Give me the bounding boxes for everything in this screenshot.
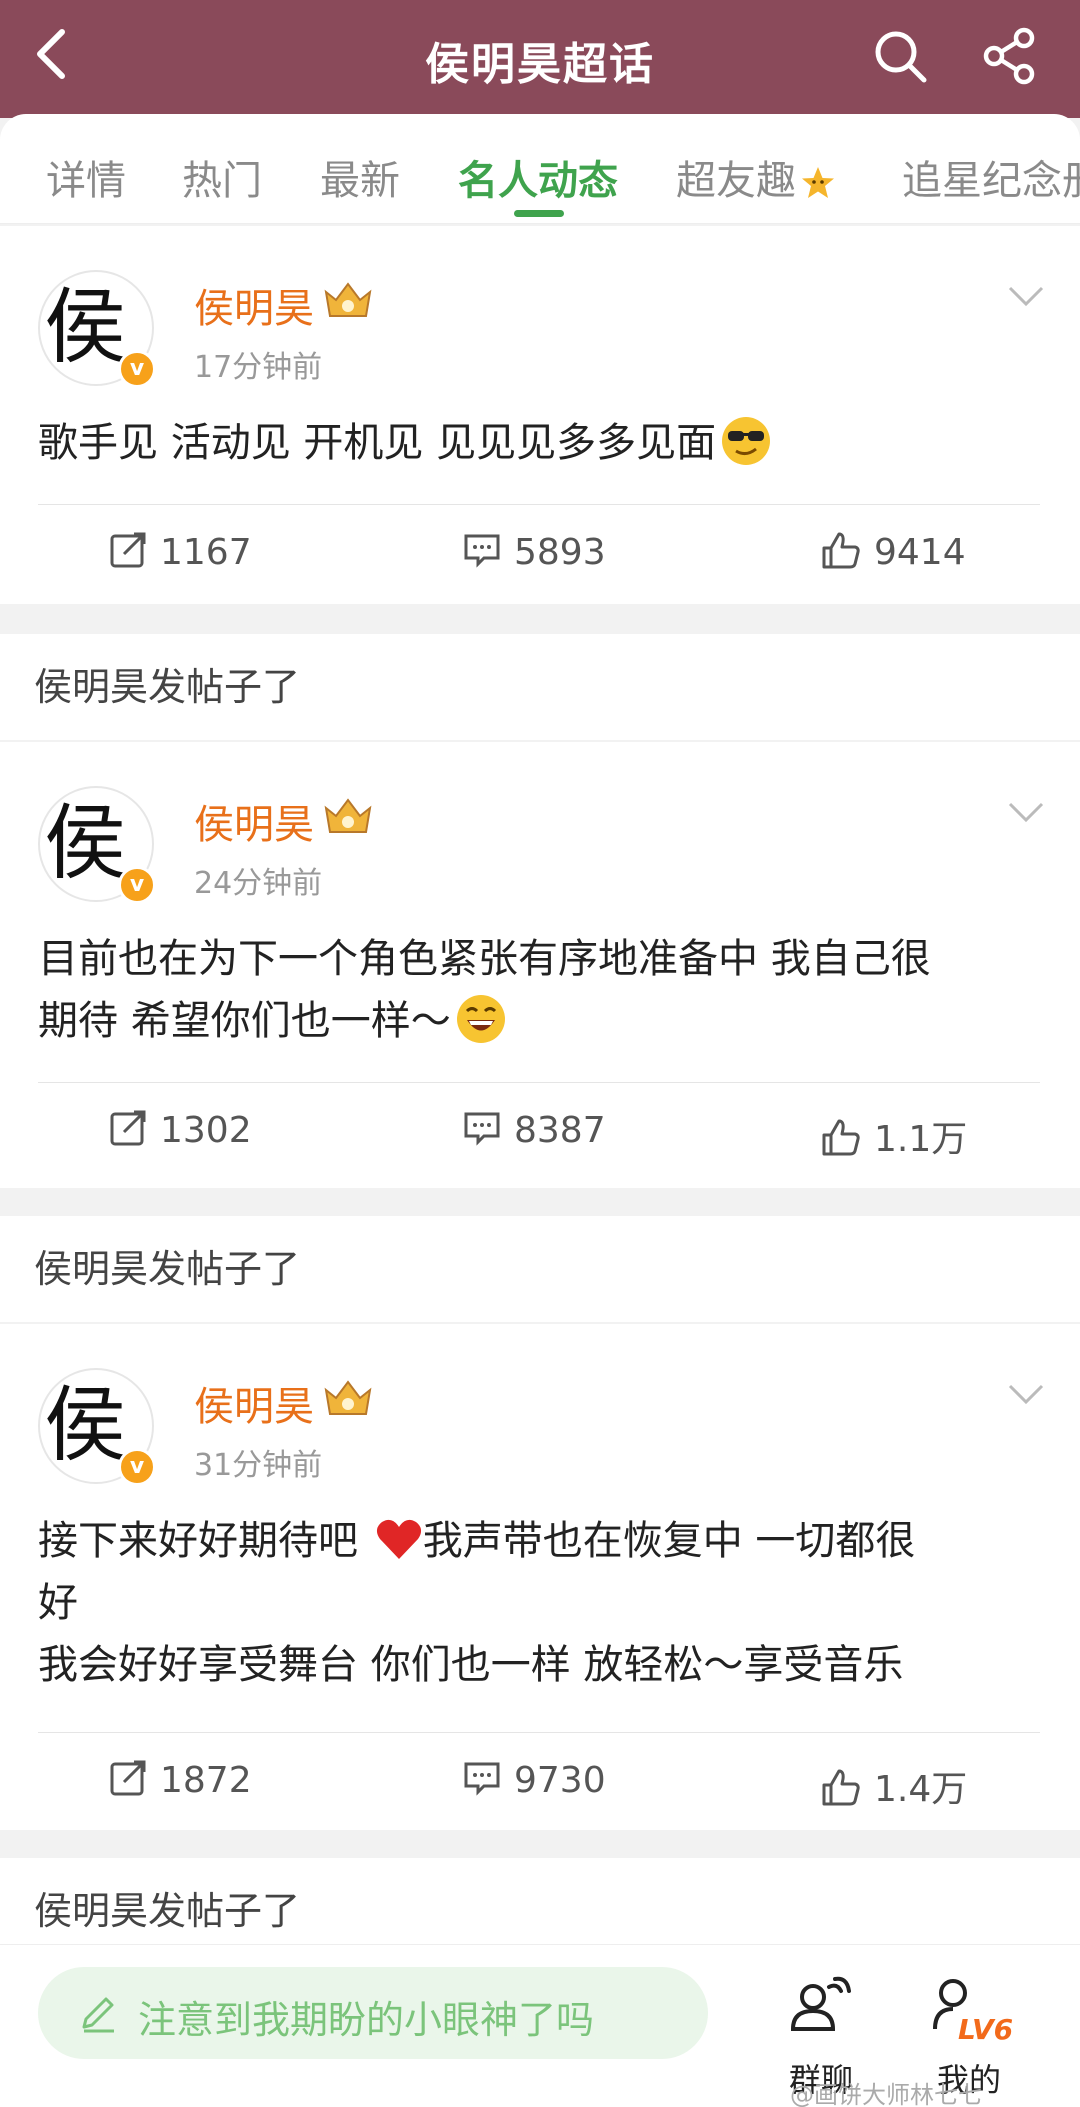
like-button[interactable]: 1.1万: [820, 1110, 967, 1162]
comment-count: 8387: [514, 1110, 606, 1151]
divider: [38, 1732, 1040, 1733]
post-text: 歌手见 活动见 开机见 见见见多多见面: [38, 420, 717, 466]
like-count: 1.4万: [874, 1769, 968, 1810]
top-bar: 侯明昊超话: [0, 0, 1080, 118]
crown-badge-icon: [324, 1380, 372, 1415]
post-time: 31分钟前: [194, 1448, 323, 1483]
avatar-glyph: 侯: [44, 280, 127, 375]
tab-fan-album[interactable]: 追星纪念册: [902, 148, 1080, 206]
comment-button[interactable]: 5893: [462, 532, 606, 574]
repost-button[interactable]: 1167: [108, 532, 252, 574]
divider: [38, 504, 1040, 505]
verified-badge-icon: v: [118, 350, 156, 388]
comment-button[interactable]: 9730: [462, 1760, 606, 1802]
comment-icon: [464, 1112, 500, 1146]
repost-icon: [110, 532, 146, 568]
chevron-down-icon[interactable]: [1006, 800, 1046, 824]
chevron-down-icon[interactable]: [1006, 284, 1046, 308]
laughing-emoji-icon: [456, 995, 505, 1043]
group-chat-icon: [790, 1976, 851, 2031]
tab-celebrity-updates[interactable]: 名人动态: [458, 148, 618, 206]
level-badge: LV6: [958, 2013, 1014, 2046]
post-text-line: 好: [38, 1580, 78, 1626]
like-button[interactable]: 1.4万: [820, 1760, 967, 1812]
red-heart-emoji-icon: [376, 1519, 421, 1559]
comment-count: 9730: [514, 1760, 606, 1801]
comment-button[interactable]: 8387: [462, 1110, 606, 1152]
tab-hot[interactable]: 热门: [182, 148, 262, 206]
watermark: @画饼大师林七七: [790, 2081, 982, 2107]
thumbs-up-icon: [822, 532, 860, 569]
section-label: 侯明昊发帖子了: [0, 1216, 1080, 1322]
section-label: 侯明昊发帖子了: [0, 634, 1080, 740]
tab-details[interactable]: 详情: [46, 148, 126, 206]
search-icon[interactable]: [870, 26, 930, 86]
post-text-line: 目前也在为下一个角色紧张有序地准备中 我自己很: [38, 936, 931, 982]
post-text-line: 我会好好享受舞台 你们也一样 放轻松～享受音乐: [38, 1642, 904, 1688]
like-count: 1.1万: [874, 1119, 968, 1160]
cool-sunglasses-emoji-icon: [722, 417, 771, 465]
tab-bar: 详情 热门 最新 名人动态 超友趣 追星纪念册: [0, 114, 1080, 224]
crown-badge-icon: [324, 798, 372, 833]
post-card[interactable]: 侯 v 侯明昊 31分钟前 接下来好好期待吧 我声带也在恢复中 一切都很 好 我…: [0, 1324, 1080, 1830]
post-text-line: 期待 希望你们也一样～: [38, 998, 451, 1044]
post-time: 24分钟前: [194, 866, 323, 901]
repost-button[interactable]: 1302: [108, 1110, 252, 1152]
verified-badge-icon: v: [118, 1448, 156, 1486]
author-name[interactable]: 侯明昊: [194, 792, 314, 850]
comment-count: 5893: [514, 532, 606, 573]
tab-super-fun-label: 超友趣: [676, 158, 796, 204]
post-content: 歌手见 活动见 开机见 见见见多多见面: [38, 412, 1048, 474]
repost-icon: [110, 1110, 146, 1146]
post-text-line: 接下来好好期待吧: [38, 1518, 371, 1564]
star-face-icon: [802, 167, 834, 198]
author-name[interactable]: 侯明昊: [194, 276, 314, 334]
repost-count: 1167: [160, 532, 252, 573]
post-time: 17分钟前: [194, 350, 323, 385]
thumbs-up-icon: [822, 1769, 860, 1806]
repost-count: 1302: [160, 1110, 252, 1151]
tab-latest[interactable]: 最新: [320, 148, 400, 206]
pen-icon: [82, 1997, 114, 2033]
compose-placeholder: 注意到我期盼的小眼神了吗: [138, 1998, 595, 2042]
post-text-line: 我声带也在恢复中 一切都很: [422, 1518, 916, 1564]
section-label: 侯明昊发帖子了: [0, 1858, 1080, 1944]
thumbs-up-icon: [822, 1119, 860, 1156]
like-count: 9414: [874, 532, 966, 573]
post-card[interactable]: 侯 v 侯明昊 24分钟前 目前也在为下一个角色紧张有序地准备中 我自己很 期待 …: [0, 742, 1080, 1188]
post-card[interactable]: 侯 v 侯明昊 17分钟前 歌手见 活动见 开机见 见见见多多见面 1167 5…: [0, 226, 1080, 604]
verified-badge-icon: v: [118, 866, 156, 904]
compose-input[interactable]: 注意到我期盼的小眼神了吗: [38, 1967, 708, 2059]
divider: [38, 1082, 1040, 1083]
active-tab-indicator: [514, 210, 564, 217]
repost-button[interactable]: 1872: [108, 1760, 252, 1802]
repost-count: 1872: [160, 1760, 252, 1801]
like-button[interactable]: 9414: [820, 532, 966, 574]
share-icon[interactable]: [980, 26, 1040, 86]
crown-badge-icon: [324, 282, 372, 317]
chevron-down-icon[interactable]: [1006, 1382, 1046, 1406]
author-name[interactable]: 侯明昊: [194, 1374, 314, 1432]
comment-icon: [464, 534, 500, 568]
avatar-glyph: 侯: [44, 1378, 127, 1473]
comment-icon: [464, 1762, 500, 1796]
post-content: 目前也在为下一个角色紧张有序地准备中 我自己很 期待 希望你们也一样～: [38, 928, 1048, 1052]
tab-super-fun[interactable]: 超友趣: [676, 148, 836, 206]
repost-icon: [110, 1760, 146, 1796]
post-content: 接下来好好期待吧 我声带也在恢复中 一切都很 好 我会好好享受舞台 你们也一样 …: [38, 1510, 1048, 1696]
avatar-glyph: 侯: [44, 796, 127, 891]
